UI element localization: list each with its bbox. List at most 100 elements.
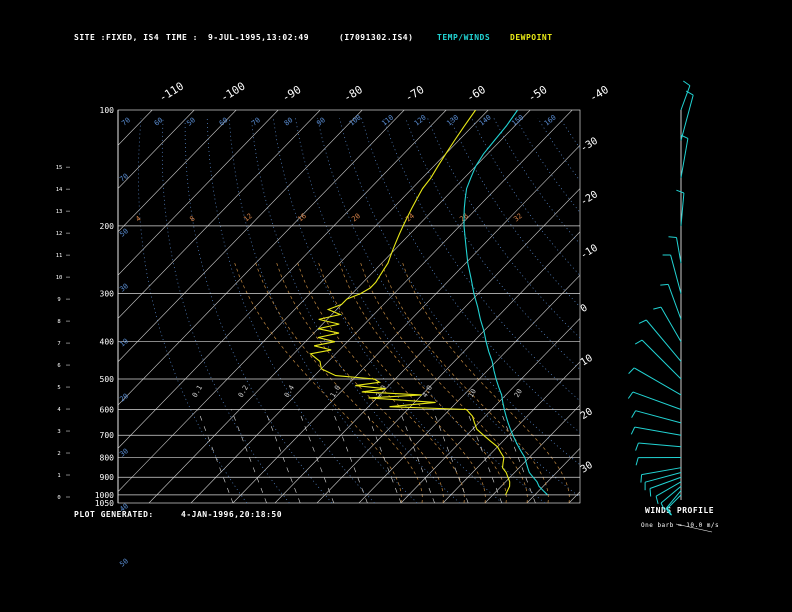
wind-barb-flag [655,496,659,505]
wind-scale-barb [675,523,713,533]
pressure-tick-label: 700 [100,431,115,440]
mixing-ratio-line [298,409,335,503]
dry-adiabat-line [228,118,418,503]
pressure-tick-label: 100 [100,106,115,115]
dry-adiabat-label: 20 [118,392,130,403]
wind-barb-flag [683,80,691,87]
dry-adiabat-line [272,118,503,503]
wind-barb-flag [634,339,643,345]
axis-labels: 1002003004005006007008009001000105001234… [56,79,611,568]
temperature-right-label: 20 [579,406,595,422]
dry-adiabat-line [449,118,580,308]
dry-adiabat-line [361,118,580,434]
wind-barb-flag [630,426,636,435]
wind-barb-flag [628,367,635,374]
moist-adiabat-line [381,262,549,503]
dry-adiabat-line [493,118,580,245]
dry-adiabat-line [138,118,248,503]
dry-adiabat-line [559,118,580,149]
dry-adiabat-label: 50 [118,557,130,568]
temperature-right-label: 30 [579,460,595,476]
plot-background [117,109,581,504]
wind-barb [634,426,682,436]
isotherm-line [653,110,792,503]
isotherm-line [118,110,363,363]
pressure-tick-label: 900 [100,473,115,482]
pressure-tick-label: 200 [100,222,115,231]
temperature-top-label: -80 [341,83,365,105]
temperature-top-label: -40 [587,83,611,105]
dry-adiabat-label: 140 [478,113,493,127]
mixing-ratio-label: 8 [188,215,196,224]
wind-barb [635,410,682,424]
dry-adiabat-label: 130 [445,113,460,127]
isotherm-line [148,110,531,503]
mixing-ratio-label: 12 [242,212,254,223]
isotherm-line [118,110,195,189]
wind-barb-flag [638,319,647,324]
plot-frame [117,109,581,504]
pressure-tick-label: 800 [100,454,115,463]
height-tick-label: 11 [56,253,63,259]
wind-barb [667,494,682,509]
moist-adiabats [197,262,570,503]
pressure-tick-label: 1050 [95,499,114,508]
wind-profile-panel [627,80,713,533]
isotherm-line [118,110,489,493]
wind-barb-flag [631,410,637,418]
isotherm-line [118,110,447,449]
moist-adiabat-line [318,262,486,503]
moist-adiabat-label: 0.2 [237,384,250,399]
dry-adiabat-line [670,118,792,503]
moist-adiabat-label: 10 [467,388,478,399]
height-tick-label: 6 [57,363,60,369]
dry-adiabat-label: 60 [218,116,230,127]
wind-barb [680,85,691,111]
wind-barb-flag [649,488,652,497]
moist-adiabat-label: 0.1 [191,384,204,399]
dry-adiabat-label: 160 [543,113,558,127]
dry-adiabat-label: 30 [118,447,130,458]
wind-barb-flag [668,236,677,238]
moist-adiabat-label: 20 [513,388,524,399]
wind-barb [632,391,682,410]
mixing-ratio-label: 16 [296,212,308,223]
dry-adiabat-label: 90 [315,116,327,127]
isotherms [118,110,792,503]
wind-barb [641,339,682,380]
wind-barb-flag [627,391,634,399]
pressure-tick-label: 500 [100,375,115,384]
pressure-tick-label: 400 [100,338,115,347]
temperature-top-label: -50 [526,83,550,105]
temperature-right-label: -10 [579,243,600,262]
mixing-ratio-label: 24 [404,212,416,223]
dry-adiabat-label: 10 [118,337,130,348]
temperature-top-label: -60 [464,83,488,105]
isotherm-line [190,110,573,503]
wind-barb-flag [640,474,643,483]
dry-adiabat-label: 70 [120,116,132,127]
dry-adiabat-line [626,118,792,503]
height-tick-label: 2 [57,451,60,457]
height-tick-label: 12 [56,231,63,237]
dry-adiabat-line [582,118,792,503]
dry-adiabat-label: 100 [348,113,363,127]
wind-barb-flag [653,306,662,310]
height-tick-label: 3 [57,429,60,435]
wind-barb-flag [660,283,669,286]
height-tick-label: 7 [57,341,60,347]
height-tick-label: 0 [57,495,60,501]
temperature-right-label: 0 [579,303,590,316]
mixing-ratio-line [264,409,301,503]
temperature-line [463,110,548,496]
dry-adiabat-label: 30 [118,282,130,293]
dry-adiabat-label: 110 [380,113,395,127]
isotherm-line [118,110,279,276]
mixing-ratio-line [365,409,402,503]
isotherm-line [274,188,580,503]
pressure-tick-label: 600 [100,405,115,414]
wind-barb [641,467,682,476]
height-tick-label: 14 [56,187,63,193]
moist-adiabat-line [276,262,444,503]
dry-adiabat-label: 50 [118,227,130,238]
